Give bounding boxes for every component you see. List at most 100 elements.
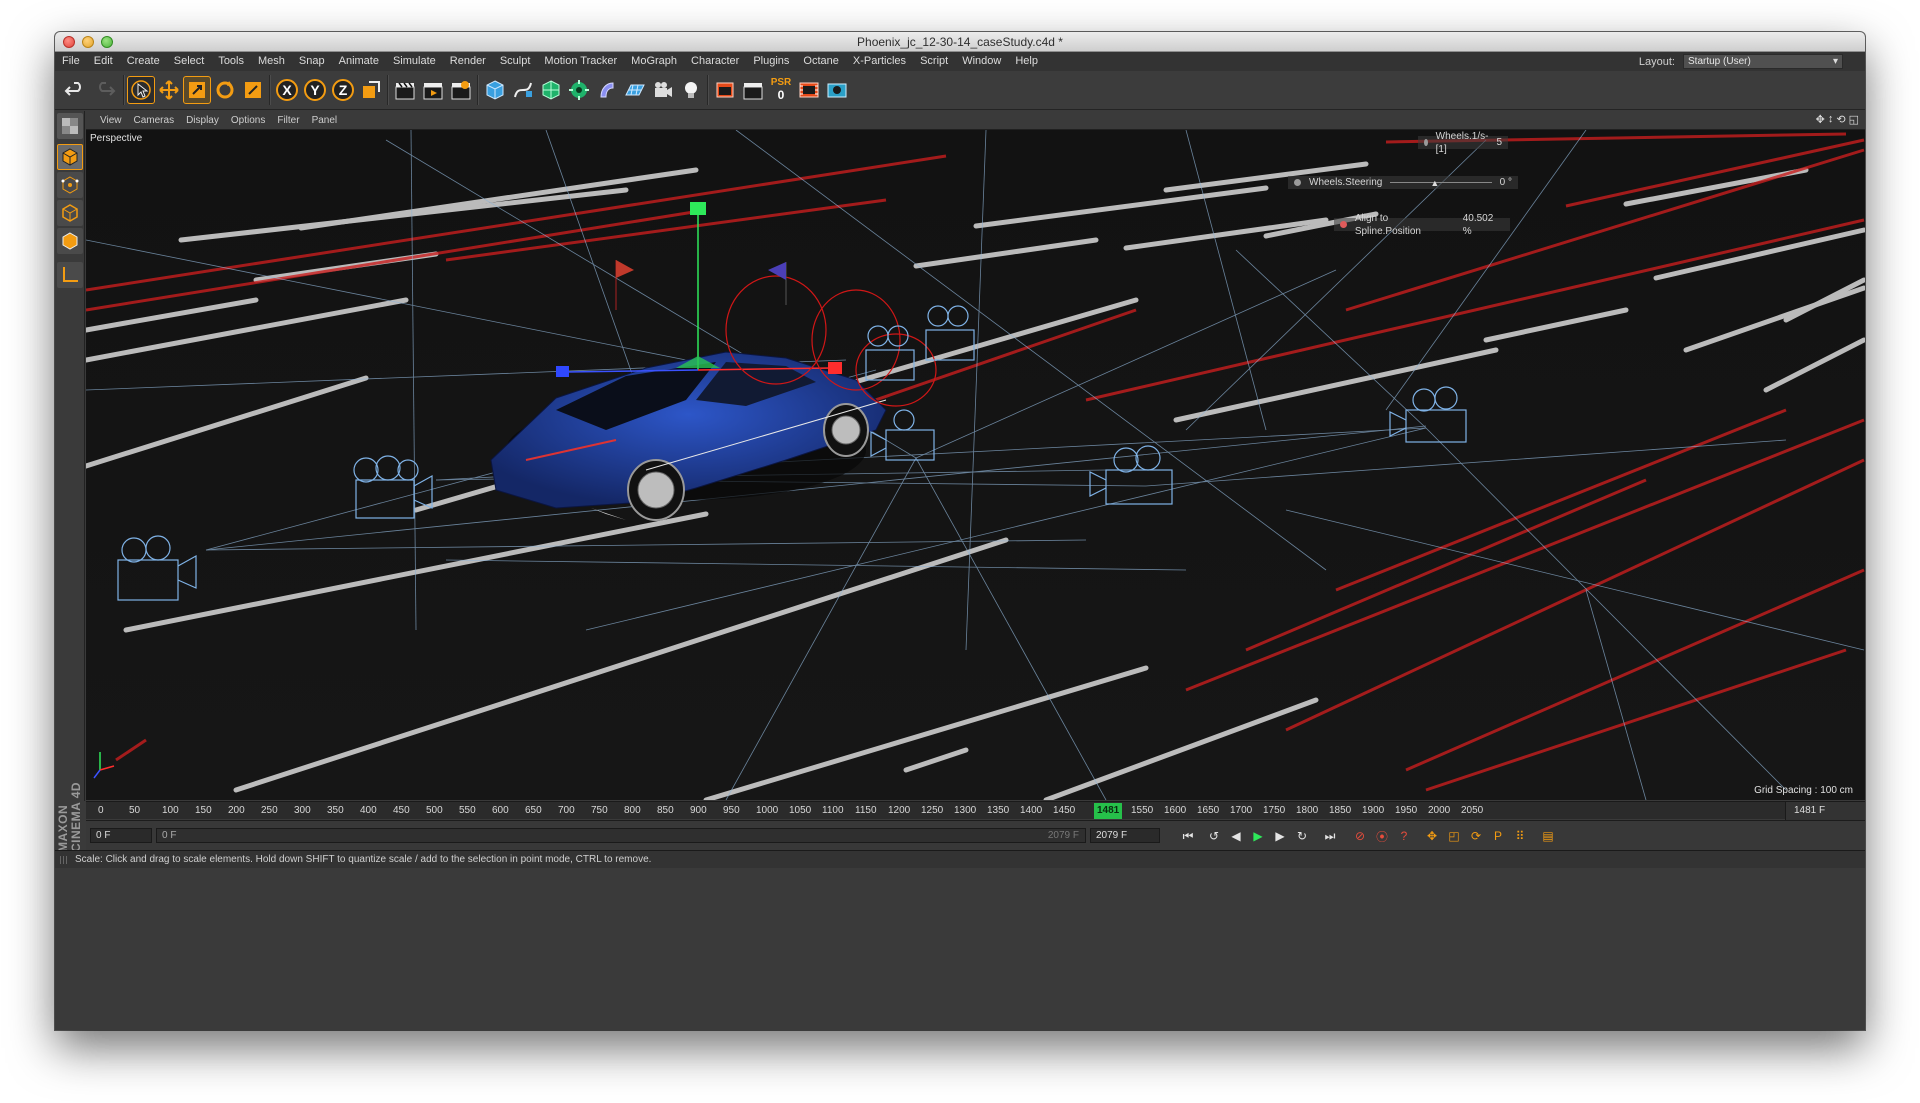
edge-mode-button[interactable] xyxy=(57,200,83,226)
menu-window[interactable]: Window xyxy=(955,52,1008,71)
menu-animate[interactable]: Animate xyxy=(332,52,386,71)
subdivision-surface-button[interactable] xyxy=(537,76,565,104)
menu-mesh[interactable]: Mesh xyxy=(251,52,292,71)
frame-range-slider[interactable]: 0 F 2079 F xyxy=(156,828,1086,843)
hud-align-spline[interactable]: Align to Spline.Position 40.502 % xyxy=(1334,213,1510,237)
menu-x-particles[interactable]: X-Particles xyxy=(846,52,913,71)
spline-pen-button[interactable] xyxy=(509,76,537,104)
make-editable-button[interactable] xyxy=(57,113,83,139)
record-active-objects-button[interactable]: ⊘ xyxy=(1350,826,1370,846)
render-settings-button[interactable] xyxy=(447,76,475,104)
cube-object-button[interactable] xyxy=(481,76,509,104)
next-frame-button[interactable]: ▶ xyxy=(1270,826,1290,846)
edges-icon xyxy=(62,204,78,222)
previous-frame-button[interactable]: ◀ xyxy=(1226,826,1246,846)
menu-octane[interactable]: Octane xyxy=(796,52,845,71)
maximize-view-icon[interactable]: ◱ xyxy=(1849,113,1859,126)
go-to-start-button[interactable]: ⏮ xyxy=(1178,826,1198,846)
menu-script[interactable]: Script xyxy=(913,52,955,71)
hud-steering-slider[interactable]: ▲ xyxy=(1390,178,1492,188)
viewport-menu-panel[interactable]: Panel xyxy=(306,115,344,126)
polygon-mode-button[interactable] xyxy=(57,228,83,254)
end-frame-field[interactable]: 2079 F xyxy=(1090,828,1160,843)
pan-view-icon[interactable]: ✥ xyxy=(1816,113,1825,126)
timeline-tick: 750 xyxy=(591,805,608,816)
layout-dropdown[interactable]: Startup (User) xyxy=(1683,54,1843,69)
model-mode-button[interactable] xyxy=(57,144,83,170)
cloner-button[interactable] xyxy=(565,76,593,104)
menu-simulate[interactable]: Simulate xyxy=(386,52,443,71)
floor-button[interactable] xyxy=(621,76,649,104)
menu-create[interactable]: Create xyxy=(120,52,167,71)
xp-system-button[interactable] xyxy=(795,76,823,104)
point-mode-button[interactable] xyxy=(57,172,83,198)
menu-character[interactable]: Character xyxy=(684,52,746,71)
hud-wheels-rate[interactable]: Wheels.1/s-[1] 5 xyxy=(1418,131,1508,155)
viewport-menu-view[interactable]: View xyxy=(86,115,128,126)
axis-mode-button[interactable] xyxy=(57,262,83,288)
menu-file[interactable]: File xyxy=(55,52,87,71)
play-button[interactable]: ▶ xyxy=(1248,826,1268,846)
viewport-menu-options[interactable]: Options xyxy=(225,115,271,126)
live-selection-tool[interactable] xyxy=(127,76,155,104)
record-scale-button[interactable]: ◰ xyxy=(1444,826,1464,846)
x-axis-lock-button[interactable]: X xyxy=(273,76,301,104)
start-frame-field[interactable]: 0 F xyxy=(90,828,152,843)
undo-button[interactable] xyxy=(61,76,89,104)
viewport-menu-cameras[interactable]: Cameras xyxy=(128,115,181,126)
camera-button[interactable] xyxy=(649,76,677,104)
timeline-ruler[interactable]: 0 50 100 150 200 250 300 350 400 450 500… xyxy=(86,801,1865,820)
rotate-tool[interactable] xyxy=(211,76,239,104)
redo-button[interactable] xyxy=(91,76,119,104)
timeline-playhead[interactable]: 1481 xyxy=(1094,803,1123,819)
timeline-tick: 50 xyxy=(129,805,141,816)
status-bar: Scale: Click and drag to scale elements.… xyxy=(55,850,1865,868)
render-picture-viewer-button[interactable] xyxy=(419,76,447,104)
viewport-menu-display[interactable]: Display xyxy=(180,115,225,126)
menu-help[interactable]: Help xyxy=(1008,52,1045,71)
menu-sculpt[interactable]: Sculpt xyxy=(493,52,538,71)
menu-select[interactable]: Select xyxy=(167,52,212,71)
menu-snap[interactable]: Snap xyxy=(292,52,332,71)
current-frame-field[interactable]: 1481 F xyxy=(1785,802,1865,820)
menu-plugins[interactable]: Plugins xyxy=(746,52,796,71)
record-position-button[interactable]: ✥ xyxy=(1422,826,1442,846)
y-axis-lock-button[interactable]: Y xyxy=(301,76,329,104)
next-key-button[interactable]: ↻ xyxy=(1292,826,1312,846)
menu-render[interactable]: Render xyxy=(443,52,493,71)
previous-key-button[interactable]: ↺ xyxy=(1204,826,1224,846)
step-forward-icon: ▶ xyxy=(1275,829,1285,843)
deformer-button[interactable] xyxy=(593,76,621,104)
light-button[interactable] xyxy=(677,76,705,104)
menu-motion-tracker[interactable]: Motion Tracker xyxy=(537,52,624,71)
move-tool[interactable] xyxy=(155,76,183,104)
octane-live-viewer-button[interactable] xyxy=(823,76,851,104)
step-back-icon: ◀ xyxy=(1231,829,1241,843)
z-axis-lock-button[interactable]: Z xyxy=(329,76,357,104)
timeline-tick: 950 xyxy=(723,805,740,816)
viewport-menu-filter[interactable]: Filter xyxy=(271,115,305,126)
recent-tool[interactable] xyxy=(239,76,267,104)
scale-tool[interactable] xyxy=(183,76,211,104)
keyframe-selection-button[interactable]: ? xyxy=(1394,826,1414,846)
orbit-view-icon[interactable]: ⟲ xyxy=(1836,113,1845,126)
render-view-button[interactable] xyxy=(391,76,419,104)
dolly-view-icon[interactable]: ↕ xyxy=(1828,113,1834,126)
octane-settings-button[interactable] xyxy=(739,76,767,104)
perspective-viewport[interactable]: Perspective Wheels.1/s-[1] 5 Wheels.Stee… xyxy=(86,130,1865,800)
hud-steering-value: 0 ° xyxy=(1499,177,1512,188)
menu-tools[interactable]: Tools xyxy=(211,52,251,71)
timeline-layout-button[interactable]: ▤ xyxy=(1538,826,1558,846)
go-to-end-button[interactable]: ⏭ xyxy=(1320,826,1340,846)
octane-render-button[interactable] xyxy=(711,76,739,104)
record-point-level-button[interactable]: ⠿ xyxy=(1510,826,1530,846)
menu-mograph[interactable]: MoGraph xyxy=(624,52,684,71)
menu-edit[interactable]: Edit xyxy=(87,52,120,71)
record-rotation-button[interactable]: ⟳ xyxy=(1466,826,1486,846)
coordinate-system-button[interactable] xyxy=(357,76,385,104)
hud-wheels-steering[interactable]: Wheels.Steering ▲ 0 ° xyxy=(1288,176,1518,189)
autokeying-button[interactable]: ⦿ xyxy=(1372,826,1392,846)
record-parameter-button[interactable]: P xyxy=(1488,826,1508,846)
timeline-tick: 1200 xyxy=(888,805,911,816)
psr-button[interactable]: PSR 0 xyxy=(767,76,795,104)
